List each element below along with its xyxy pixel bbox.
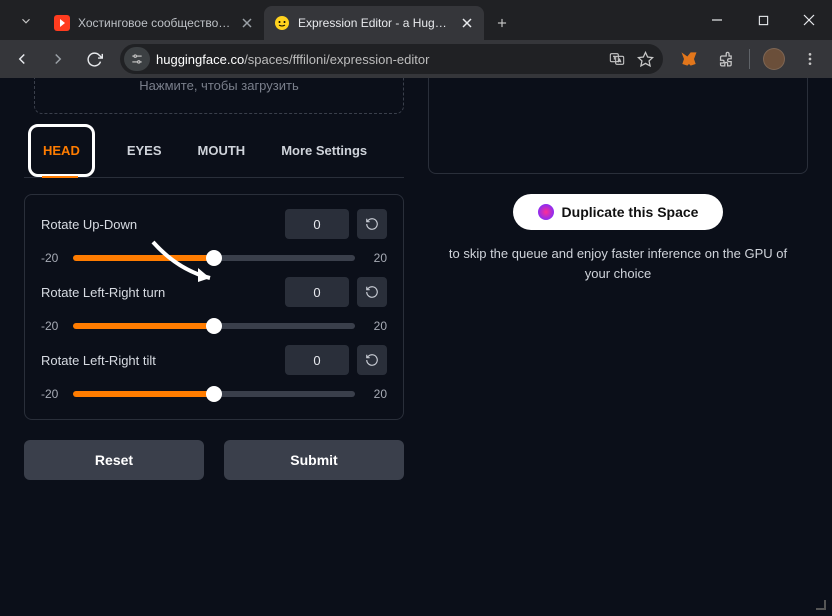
browser-tab-1[interactable]: Expression Editor - a Hugging F xyxy=(264,6,484,40)
page-content: Нажмите, чтобы загрузить HEAD EYES MOUTH… xyxy=(0,78,832,616)
window-close-button[interactable] xyxy=(786,0,832,40)
url-text: huggingface.co/spaces/fffiloni/expressio… xyxy=(156,52,603,67)
head-controls-panel: Rotate Up-Down 0 -20 20 xyxy=(24,194,404,420)
tab-head[interactable]: HEAD xyxy=(39,131,84,170)
slider-rotate-up-down[interactable] xyxy=(73,255,355,261)
extension-metamask-icon[interactable] xyxy=(673,43,705,75)
bookmark-button[interactable] xyxy=(631,45,659,73)
duplicate-caption: to skip the queue and enjoy faster infer… xyxy=(428,244,808,283)
control-rotate-left-right-tilt: Rotate Left-Right tilt 0 -20 20 xyxy=(41,345,387,401)
control-rotate-up-down: Rotate Up-Down 0 -20 20 xyxy=(41,209,387,265)
address-bar[interactable]: huggingface.co/spaces/fffiloni/expressio… xyxy=(120,44,663,74)
duplicate-label: Duplicate this Space xyxy=(562,204,699,220)
tab-title: Expression Editor - a Hugging F xyxy=(298,16,452,30)
upload-hint: Нажмите, чтобы загрузить xyxy=(139,78,298,93)
control-label: Rotate Up-Down xyxy=(41,217,277,232)
slider-min: -20 xyxy=(41,387,63,401)
forward-button[interactable] xyxy=(42,43,74,75)
reload-button[interactable] xyxy=(78,43,110,75)
slider-min: -20 xyxy=(41,251,63,265)
control-value[interactable]: 0 xyxy=(285,209,349,239)
browser-tab-0[interactable]: Хостинговое сообщество «Tim xyxy=(44,6,264,40)
reset-icon[interactable] xyxy=(357,209,387,239)
site-settings-button[interactable] xyxy=(124,47,150,71)
control-value[interactable]: 0 xyxy=(285,277,349,307)
slider-max: 20 xyxy=(365,319,387,333)
favicon-icon xyxy=(54,15,70,31)
menu-button[interactable] xyxy=(794,43,826,75)
window-titlebar: Хостинговое сообщество «Tim Expression E… xyxy=(0,0,832,40)
favicon-icon xyxy=(274,15,290,31)
control-rotate-left-right-turn: Rotate Left-Right turn 0 -20 20 xyxy=(41,277,387,333)
reset-button[interactable]: Reset xyxy=(24,440,204,480)
back-button[interactable] xyxy=(6,43,38,75)
settings-tabs: HEAD EYES MOUTH More Settings xyxy=(24,124,404,178)
submit-button[interactable]: Submit xyxy=(224,440,404,480)
window-minimize-button[interactable] xyxy=(694,0,740,40)
window-maximize-button[interactable] xyxy=(740,0,786,40)
control-label: Rotate Left-Right turn xyxy=(41,285,277,300)
resize-handle[interactable] xyxy=(816,600,826,610)
separator xyxy=(749,49,750,69)
close-icon[interactable] xyxy=(460,16,474,30)
close-icon[interactable] xyxy=(240,16,254,30)
tab-title: Хостинговое сообщество «Tim xyxy=(78,16,232,30)
slider-max: 20 xyxy=(365,387,387,401)
tab-eyes[interactable]: EYES xyxy=(123,131,166,170)
duplicate-space-button[interactable]: Duplicate this Space xyxy=(513,194,723,230)
translate-icon[interactable] xyxy=(603,45,631,73)
slider-rotate-left-right-turn[interactable] xyxy=(73,323,355,329)
spark-icon xyxy=(538,204,554,220)
tab-more-settings[interactable]: More Settings xyxy=(277,131,371,170)
reset-icon[interactable] xyxy=(357,277,387,307)
tab-underline xyxy=(42,176,78,178)
control-value[interactable]: 0 xyxy=(285,345,349,375)
control-label: Rotate Left-Right tilt xyxy=(41,353,277,368)
output-placeholder xyxy=(428,78,808,174)
extensions-button[interactable] xyxy=(709,43,741,75)
new-tab-button[interactable] xyxy=(488,9,516,37)
profile-avatar[interactable] xyxy=(758,43,790,75)
tab-mouth[interactable]: MOUTH xyxy=(194,131,250,170)
tab-search-button[interactable] xyxy=(12,7,40,35)
upload-dropzone[interactable]: Нажмите, чтобы загрузить xyxy=(34,78,404,114)
reset-icon[interactable] xyxy=(357,345,387,375)
browser-toolbar: huggingface.co/spaces/fffiloni/expressio… xyxy=(0,40,832,78)
slider-rotate-left-right-tilt[interactable] xyxy=(73,391,355,397)
slider-min: -20 xyxy=(41,319,63,333)
slider-max: 20 xyxy=(365,251,387,265)
